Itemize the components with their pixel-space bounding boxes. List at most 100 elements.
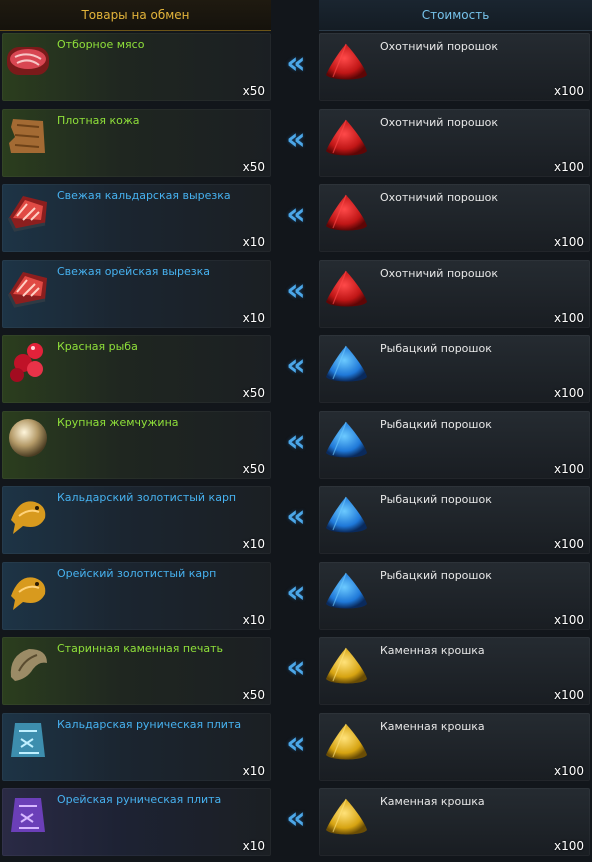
cost-name: Охотничий порошок: [380, 266, 499, 280]
rune-tablet-icon: [5, 792, 51, 838]
cost-slot[interactable]: Каменная крошка x100: [319, 788, 590, 856]
item-quantity: x50: [242, 84, 265, 98]
item-quantity: x10: [242, 235, 265, 249]
double-chevron-left-icon: «: [286, 272, 305, 308]
golden-carp-icon: [5, 490, 51, 536]
trade-item-slot[interactable]: Старинная каменная печать x50: [2, 637, 271, 705]
fresh-cut-meat-icon: [5, 264, 51, 310]
gold-powder-icon: [323, 643, 369, 687]
cost-name: Рыбацкий порошок: [380, 568, 492, 582]
fresh-cut-meat-icon: [5, 188, 51, 234]
exchange-row: Кальдарский золотистый карп x10 « Рыбацкий…: [0, 484, 592, 560]
trade-item-slot[interactable]: Красная рыба x50: [2, 335, 271, 403]
exchange-row: Свежая орейская вырезка x10 « Охотничий по…: [0, 258, 592, 334]
cost-name: Каменная крошка: [380, 644, 485, 657]
trade-item-slot[interactable]: Свежая орейская вырезка x10: [2, 259, 271, 328]
blue-powder-icon: [323, 341, 369, 385]
item-quantity: x10: [242, 839, 265, 853]
red-powder-icon: [323, 190, 369, 234]
item-name: Кальдарский золотистый карп: [57, 491, 237, 504]
double-chevron-left-icon: «: [286, 725, 305, 761]
item-quantity: x10: [242, 612, 265, 627]
exchange-row: Отборное мясо x50 « Охотничий порошок x100: [0, 31, 592, 107]
cost-name: Каменная крошка: [380, 719, 485, 733]
item-name: Орейский золотистый карп: [57, 566, 217, 580]
blue-powder-icon: [323, 492, 369, 536]
cost-quantity: x100: [553, 84, 584, 98]
red-fish-icon: [5, 339, 51, 385]
cost-slot[interactable]: Охотничий порошок x100: [319, 184, 590, 252]
exchange-row: Кальдарская руническая плита x10 « Каменна…: [0, 711, 592, 787]
red-powder-icon: [323, 266, 369, 310]
item-name: Свежая орейская вырезка: [57, 264, 211, 278]
pearl-icon: [5, 415, 51, 461]
trade-item-slot[interactable]: Свежая кальдарская вырезка x10: [2, 184, 271, 252]
item-name: Свежая кальдарская вырезка: [57, 189, 231, 202]
blue-powder-icon: [323, 568, 369, 612]
cost-quantity: x100: [553, 386, 584, 400]
cost-name: Охотничий порошок: [380, 40, 499, 53]
cost-slot[interactable]: Рыбацкий порошок x100: [319, 561, 590, 630]
cost-name: Рыбацкий порошок: [380, 417, 492, 431]
cost-name: Каменная крошка: [380, 795, 485, 808]
cost-slot[interactable]: Рыбацкий порошок x100: [319, 335, 590, 403]
trade-item-slot[interactable]: Отборное мясо x50: [2, 33, 271, 101]
double-chevron-left-icon: «: [286, 574, 305, 610]
item-name: Старинная каменная печать: [57, 642, 223, 655]
trade-item-slot[interactable]: Орейская руническая плита x10: [2, 788, 271, 856]
cost-quantity: x100: [553, 235, 584, 249]
item-quantity: x50: [242, 688, 265, 702]
gold-powder-icon: [323, 719, 369, 763]
cost-slot[interactable]: Каменная крошка x100: [319, 637, 590, 705]
item-name: Красная рыба: [57, 340, 138, 353]
double-chevron-left-icon: «: [286, 46, 305, 81]
exchange-row: Орейская руническая плита x10 « Каменная к…: [0, 786, 592, 862]
cost-name: Охотничий порошок: [380, 191, 499, 204]
cost-slot[interactable]: Охотничий порошок x100: [319, 259, 590, 328]
exchange-row: Старинная каменная печать x50 « Каменная к…: [0, 635, 592, 711]
cost-slot[interactable]: Каменная крошка x100: [319, 712, 590, 781]
item-name: Плотная кожа: [57, 113, 140, 127]
blue-powder-icon: [323, 417, 369, 461]
cost-quantity: x100: [553, 688, 584, 702]
item-quantity: x50: [242, 461, 265, 476]
cost-slot[interactable]: Охотничий порошок x100: [319, 33, 590, 101]
exchange-row: Плотная кожа x50 « Охотничий порошок x100: [0, 107, 592, 183]
cost-slot[interactable]: Рыбацкий порошок x100: [319, 410, 590, 479]
golden-carp-icon: [5, 566, 51, 612]
goods-column-header: Товары на обмен: [0, 0, 271, 31]
double-chevron-left-icon: «: [286, 121, 305, 157]
double-chevron-left-icon: «: [286, 197, 305, 232]
cost-name: Охотничий порошок: [380, 115, 499, 129]
cost-name: Рыбацкий порошок: [380, 493, 492, 506]
cost-quantity: x100: [553, 537, 584, 551]
trade-item-slot[interactable]: Кальдарский золотистый карп x10: [2, 486, 271, 554]
double-chevron-left-icon: «: [286, 348, 305, 383]
item-name: Отборное мясо: [57, 38, 145, 51]
stone-seal-icon: [5, 641, 51, 687]
trade-item-slot[interactable]: Крупная жемчужина x50: [2, 410, 271, 479]
cost-slot[interactable]: Охотничий порошок x100: [319, 108, 590, 177]
item-quantity: x10: [242, 763, 265, 778]
double-chevron-left-icon: «: [286, 801, 305, 836]
item-quantity: x50: [242, 159, 265, 174]
exchange-row: Орейский золотистый карп x10 « Рыбацкий по…: [0, 560, 592, 636]
double-chevron-left-icon: «: [286, 423, 305, 459]
double-chevron-left-icon: «: [286, 499, 305, 534]
trade-item-slot[interactable]: Кальдарская руническая плита x10: [2, 712, 271, 781]
cost-name: Рыбацкий порошок: [380, 342, 492, 355]
cost-slot[interactable]: Рыбацкий порошок x100: [319, 486, 590, 554]
cost-column-header: Стоимость: [319, 0, 592, 31]
trade-item-slot[interactable]: Орейский золотистый карп x10: [2, 561, 271, 630]
cost-quantity: x100: [553, 612, 584, 627]
red-powder-icon: [323, 39, 369, 83]
item-quantity: x50: [242, 386, 265, 400]
exchange-row: Красная рыба x50 « Рыбацкий порошок x100: [0, 333, 592, 409]
item-quantity: x10: [242, 310, 265, 325]
item-name: Кальдарская руническая плита: [57, 717, 242, 731]
cost-quantity: x100: [553, 461, 584, 476]
cost-quantity: x100: [553, 159, 584, 174]
gold-powder-icon: [323, 794, 369, 838]
table-header: Товары на обмен Стоимость: [0, 0, 592, 31]
trade-item-slot[interactable]: Плотная кожа x50: [2, 108, 271, 177]
